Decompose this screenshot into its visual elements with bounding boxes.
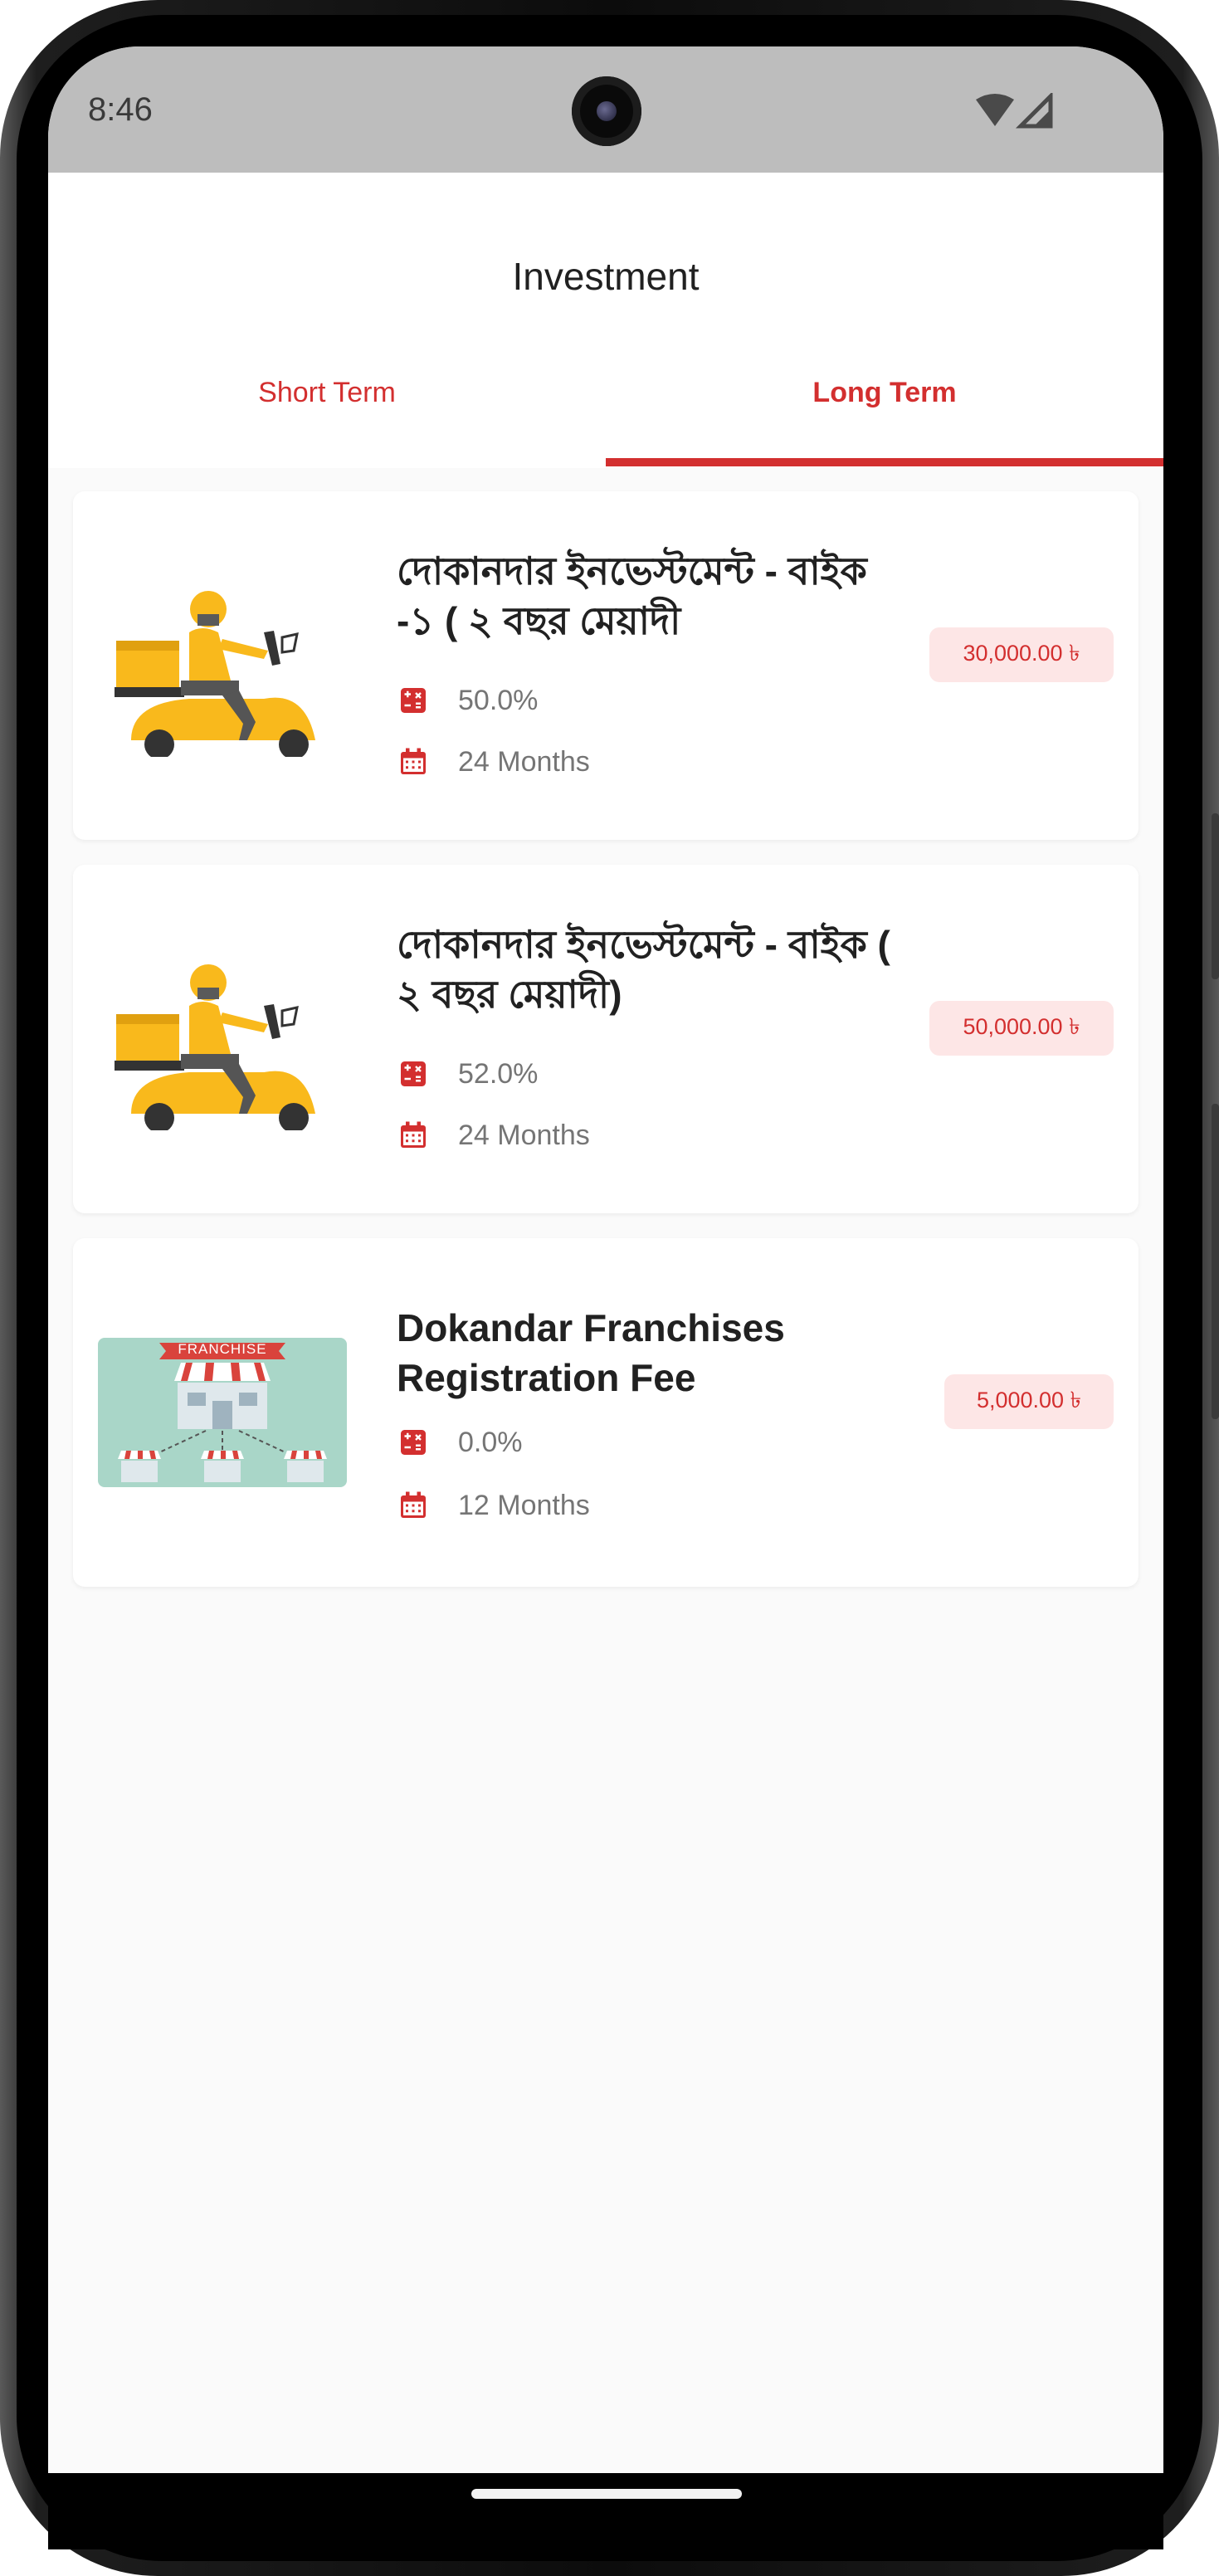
interest-rate: 0.0%	[458, 1426, 523, 1458]
calendar-icon	[401, 748, 426, 774]
interest-rate-row: 0.0%	[398, 1422, 523, 1462]
duration-row: 24 Months	[398, 1115, 590, 1155]
calendar-icon	[401, 1491, 426, 1518]
interest-rate-row: 50.0%	[398, 681, 538, 720]
home-indicator[interactable]	[471, 2489, 742, 2499]
app-screen: 8:46 Investment Short Term Long Term দোক…	[48, 46, 1163, 2473]
tab-short-term[interactable]: Short Term	[48, 377, 606, 460]
interest-rate-row: 52.0%	[398, 1054, 538, 1094]
duration-row: 12 Months	[398, 1486, 590, 1525]
investment-card[interactable]: দোকানদার ইনভেস্টমেন্ট - বাইক ( ২ বছর মেয…	[73, 865, 1139, 1213]
duration: 12 Months	[458, 1489, 590, 1521]
status-icons	[974, 93, 1057, 131]
status-bar: 8:46	[48, 46, 1163, 173]
item-title: দোকানদার ইনভেস্টমেন্ট - বাইক -১ ( ২ বছর …	[397, 549, 867, 642]
duration: 24 Months	[458, 1119, 590, 1151]
delivery-scooter-image	[115, 964, 315, 1130]
interest-rate: 52.0%	[458, 1057, 539, 1090]
calculator-icon	[401, 1061, 426, 1086]
wifi-icon	[976, 94, 1014, 126]
calculator-icon	[401, 688, 426, 713]
power-button	[1212, 1104, 1219, 1419]
franchise-illustration	[118, 1343, 327, 1482]
item-title: Dokandar Franchises Registration Fee	[397, 1306, 785, 1399]
calendar-icon	[401, 1121, 426, 1148]
price-badge: 30,000.00 ৳	[929, 627, 1114, 682]
page-title: Investment	[512, 255, 700, 298]
tab-indicator	[606, 458, 1163, 466]
status-time: 8:46	[88, 91, 153, 128]
tab-long-term[interactable]: Long Term	[606, 377, 1163, 460]
navigation-bar	[48, 2473, 1163, 2549]
delivery-scooter-image	[115, 591, 315, 757]
price-badge: 50,000.00 ৳	[929, 1001, 1114, 1056]
volume-button	[1212, 813, 1219, 979]
interest-rate: 50.0%	[458, 684, 539, 716]
investment-card[interactable]: FRANCHISE Dokandar Franchises Registrati…	[73, 1238, 1139, 1587]
investment-card[interactable]: দোকানদার ইনভেস্টমেন্ট - বাইক -১ ( ২ বছর …	[73, 491, 1139, 840]
app-bar: Investment Short Term Long Term	[48, 173, 1163, 468]
price-badge: 5,000.00 ৳	[944, 1374, 1114, 1429]
franchise-image: FRANCHISE	[98, 1338, 347, 1487]
duration-row: 24 Months	[398, 742, 590, 782]
duration: 24 Months	[458, 745, 590, 778]
calculator-icon	[401, 1430, 426, 1455]
franchise-label: FRANCHISE	[178, 1341, 267, 1357]
item-title: দোকানদার ইনভেস্টমেন্ট - বাইক ( ২ বছর মেয…	[397, 923, 890, 1016]
front-camera	[572, 76, 641, 146]
